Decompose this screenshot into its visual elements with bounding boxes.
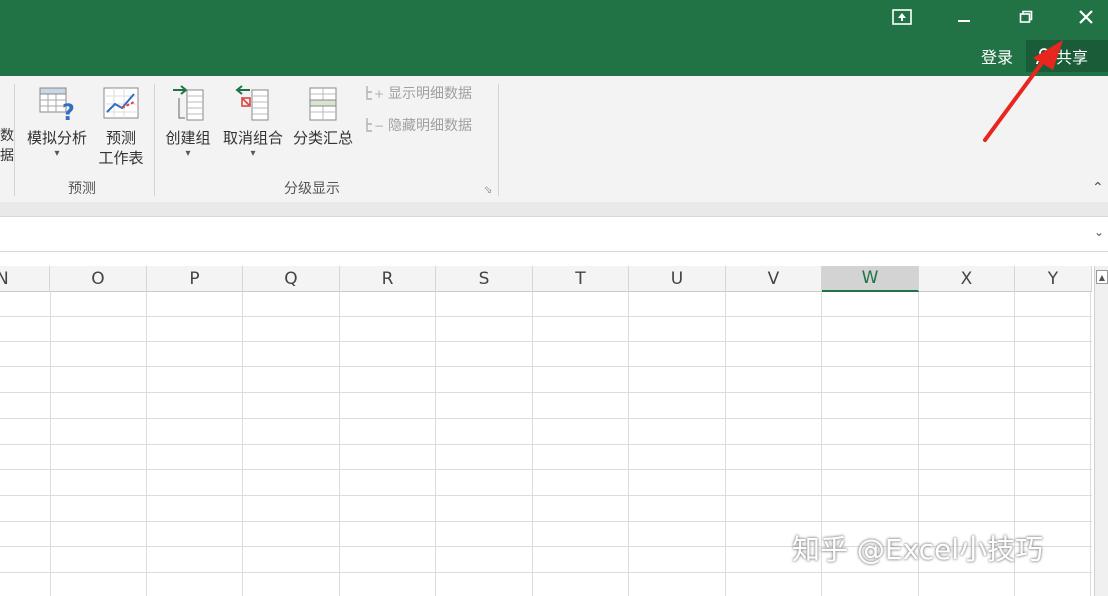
- whatif-label: 模拟分析: [26, 129, 87, 147]
- column-header-q[interactable]: Q: [243, 266, 340, 292]
- column-letter: Q: [284, 269, 298, 289]
- truncated-char: 据: [0, 148, 14, 164]
- grid-line: [0, 418, 1092, 419]
- ungroup-label: 取消组合: [222, 129, 283, 147]
- grid-line: [0, 521, 1092, 522]
- expand-formula-bar-icon[interactable]: ⌄: [1094, 225, 1104, 239]
- column-letter: R: [381, 269, 394, 289]
- grid-line: [0, 392, 1092, 393]
- svg-text:?: ?: [62, 101, 75, 124]
- grid-line: [0, 572, 1092, 573]
- whatif-analysis-icon: ?: [39, 87, 75, 124]
- subtotal-button[interactable]: 分类汇总: [288, 84, 358, 148]
- ribbon-display-options-icon: [892, 9, 912, 25]
- forecast-sheet-label-line2: 工作表: [98, 149, 144, 167]
- formula-bar[interactable]: ⌄: [0, 216, 1108, 252]
- whatif-analysis-button[interactable]: ? 模拟分析 ▾: [22, 84, 92, 160]
- red-arrow-icon: [983, 40, 1063, 142]
- forecast-sheet-label-line1: 预测: [105, 129, 136, 147]
- group-label: 创建组: [165, 129, 211, 147]
- restore-icon: [1019, 10, 1033, 23]
- dropdown-caret-icon: ▾: [54, 148, 60, 159]
- column-letter: P: [189, 269, 200, 289]
- grid-line: [0, 316, 1092, 317]
- ungroup-icon: [235, 85, 269, 121]
- grid-line: [0, 341, 1092, 342]
- ribbon-display-options-button[interactable]: [882, 2, 922, 32]
- group-icon: [173, 85, 204, 121]
- sheet-gap: [0, 252, 1108, 266]
- column-header-u[interactable]: U: [629, 266, 726, 292]
- ribbon-truncated-command[interactable]: 数 据: [0, 126, 14, 166]
- column-letter: N: [0, 269, 9, 289]
- truncated-char: 数: [0, 128, 14, 144]
- ribbon: 数 据 ? 模拟分析 ▾ 预测 工作表 预测 创建组 ▾ 取消组合 ▾ 分类汇总…: [0, 76, 1108, 202]
- column-letter: S: [478, 269, 490, 289]
- dropdown-caret-icon: ▾: [250, 148, 256, 159]
- excel-window: 登录 共享 数 据 ? 模拟分析 ▾ 预测 工作表 预测 创建组 ▾ 取消组合 …: [0, 0, 1108, 596]
- hide-detail-button[interactable]: − 隐藏明细数据: [364, 114, 472, 136]
- restore-button[interactable]: [1006, 2, 1046, 32]
- column-letter: X: [960, 269, 973, 289]
- title-bar: 登录 共享: [0, 0, 1108, 76]
- grid-line: [0, 469, 1092, 470]
- column-letter: O: [91, 269, 105, 289]
- column-header-x[interactable]: X: [919, 266, 1015, 292]
- column-header-r[interactable]: R: [340, 266, 436, 292]
- forecast-group-label: 预测: [68, 181, 96, 197]
- vertical-scrollbar[interactable]: ▲: [1094, 266, 1108, 596]
- hide-detail-label: 隐藏明细数据: [388, 118, 472, 134]
- column-header-s[interactable]: S: [436, 266, 533, 292]
- column-header-p[interactable]: P: [147, 266, 243, 292]
- column-letter: T: [575, 269, 586, 289]
- grid-line: [0, 444, 1092, 445]
- forecast-sheet-icon: [103, 87, 139, 119]
- close-icon: [1079, 10, 1093, 24]
- column-header-row: N O P Q R S T U V W X Y: [0, 266, 1092, 292]
- svg-text:−: −: [374, 119, 384, 133]
- column-header-y[interactable]: Y: [1015, 266, 1092, 292]
- column-letter: Y: [1047, 269, 1059, 289]
- outline-group-label: 分级显示: [284, 181, 340, 197]
- minimize-icon: [958, 20, 970, 22]
- column-header-t[interactable]: T: [533, 266, 629, 292]
- dropdown-caret-icon: ▾: [185, 148, 191, 159]
- ribbon-separator: [154, 84, 155, 196]
- ungroup-button[interactable]: 取消组合 ▾: [218, 84, 288, 160]
- close-button[interactable]: [1066, 2, 1106, 32]
- show-detail-icon: +: [366, 86, 384, 101]
- column-letter: U: [670, 269, 684, 289]
- watermark: 知乎 @Excel小技巧: [792, 533, 1044, 566]
- svg-text:+: +: [374, 87, 384, 101]
- subtotal-label: 分类汇总: [292, 129, 353, 147]
- grid-line: [0, 366, 1092, 367]
- ribbon-separator: [498, 84, 499, 196]
- show-detail-label: 显示明细数据: [388, 86, 472, 102]
- collapse-ribbon-icon[interactable]: ⌃: [1092, 180, 1104, 196]
- minimize-button[interactable]: [944, 2, 984, 32]
- column-header-n[interactable]: N: [0, 266, 50, 292]
- forecast-sheet-button[interactable]: 预测 工作表: [94, 84, 148, 168]
- column-letter: W: [861, 268, 879, 288]
- column-header-o[interactable]: O: [50, 266, 147, 292]
- grid-line: [0, 495, 1092, 496]
- group-button[interactable]: 创建组 ▾: [160, 84, 216, 160]
- column-letter: V: [767, 269, 780, 289]
- column-header-w[interactable]: W: [822, 266, 919, 292]
- hide-detail-icon: −: [366, 118, 384, 133]
- dialog-launcher-icon[interactable]: ⬂: [484, 186, 494, 196]
- show-detail-button[interactable]: + 显示明细数据: [364, 82, 472, 104]
- column-header-v[interactable]: V: [726, 266, 822, 292]
- subtotal-icon: [309, 87, 337, 121]
- ribbon-separator: [14, 84, 15, 196]
- scroll-up-icon[interactable]: ▲: [1096, 270, 1108, 284]
- ribbon-bottom-strip: [0, 202, 1108, 216]
